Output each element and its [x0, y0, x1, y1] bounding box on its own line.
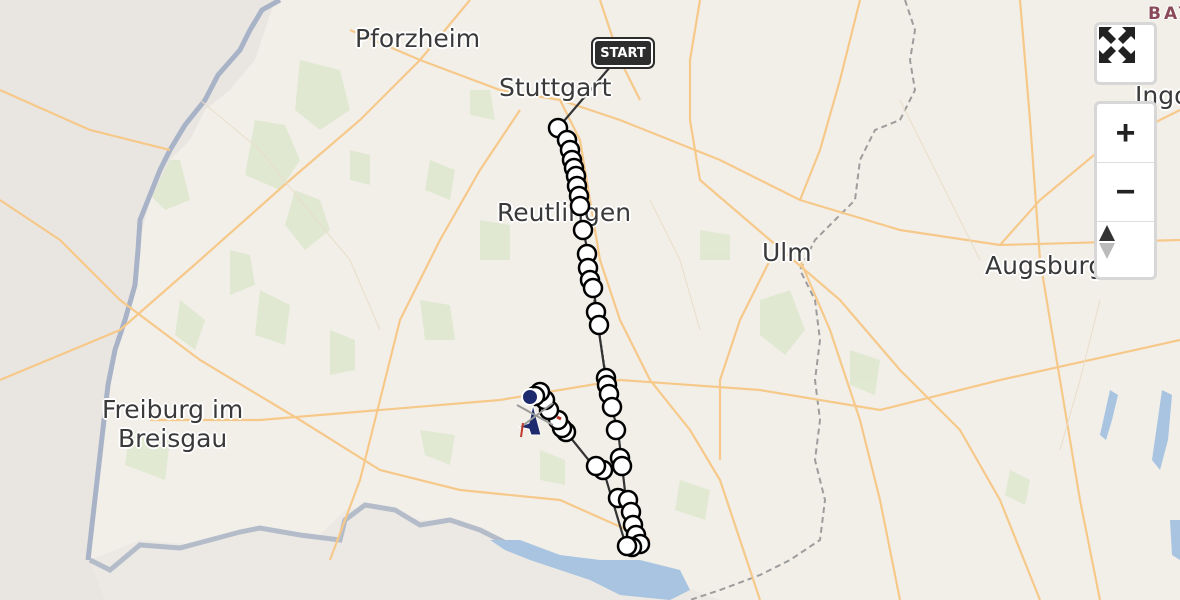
- route-waypoint[interactable]: [601, 396, 623, 418]
- route-waypoint[interactable]: [585, 455, 607, 477]
- compass-north-icon: [1099, 225, 1115, 259]
- zoom-out-label: −: [1115, 172, 1136, 211]
- route-waypoint[interactable]: [572, 219, 594, 241]
- route-waypoint[interactable]: [605, 419, 627, 441]
- route-waypoint[interactable]: [611, 455, 633, 477]
- route-waypoint[interactable]: [582, 277, 604, 299]
- fullscreen-control: [1094, 22, 1157, 85]
- fullscreen-icon: [1099, 27, 1135, 63]
- zoom-out-button[interactable]: −: [1097, 163, 1154, 222]
- fullscreen-button[interactable]: [1097, 25, 1154, 82]
- compass-button[interactable]: [1097, 222, 1154, 277]
- zoom-in-button[interactable]: +: [1097, 104, 1154, 163]
- start-marker[interactable]: START: [591, 37, 655, 69]
- route-waypoint[interactable]: [588, 314, 610, 336]
- route-waypoint[interactable]: [569, 195, 591, 217]
- zoom-in-label: +: [1115, 113, 1136, 152]
- map-canvas[interactable]: Pforzheim Stuttgart Reutlingen Ulm Augsb…: [0, 0, 1180, 600]
- zoom-control: + −: [1094, 101, 1157, 280]
- route-waypoint[interactable]: [616, 535, 638, 557]
- route-markers: [524, 117, 651, 558]
